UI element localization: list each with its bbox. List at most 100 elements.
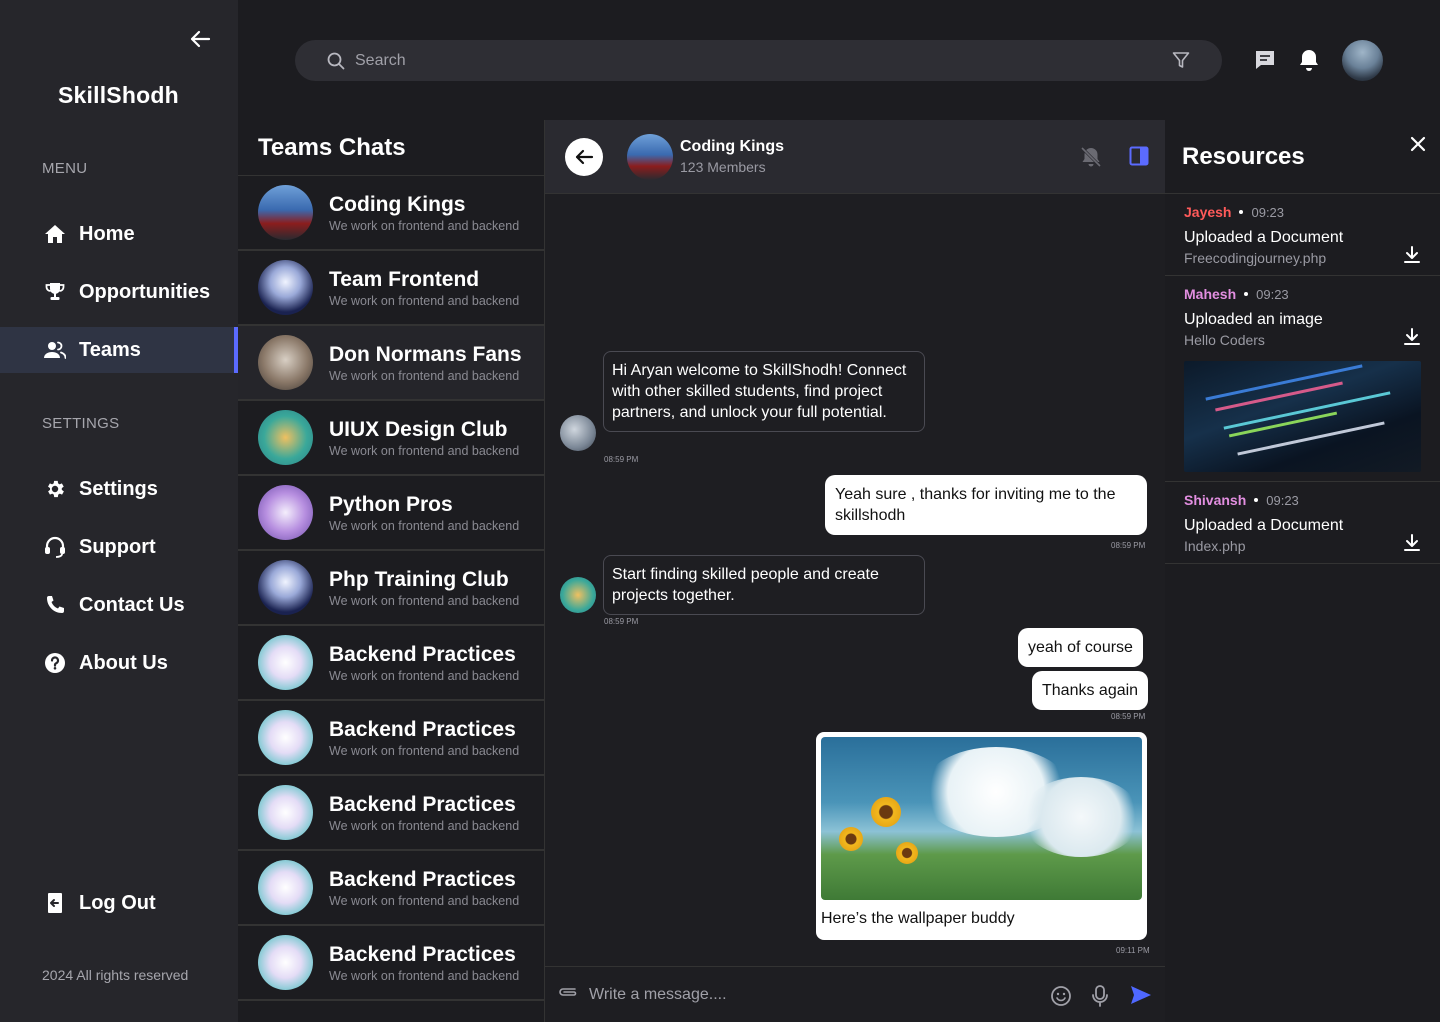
- notifications-button[interactable]: [1298, 48, 1320, 77]
- filter-icon: [1172, 52, 1190, 68]
- download-button[interactable]: [1404, 246, 1420, 269]
- headset-icon: [44, 536, 66, 558]
- sidebar-item-opportunities[interactable]: Opportunities: [0, 269, 238, 315]
- sidebar-item-label: Opportunities: [79, 280, 211, 303]
- resource-file[interactable]: Freecodingjourney.php: [1184, 250, 1421, 266]
- sidebar-item-home[interactable]: Home: [0, 211, 238, 257]
- sidebar-item-contact-us[interactable]: Contact Us: [0, 582, 238, 628]
- resource-user[interactable]: Shivansh: [1184, 492, 1246, 508]
- download-button[interactable]: [1404, 534, 1420, 557]
- message-incoming: Hi Aryan welcome to SkillShodh! Connect …: [603, 351, 925, 432]
- message-outgoing: Thanks again: [1032, 671, 1149, 710]
- sidebar-item-label: Home: [79, 222, 135, 245]
- team-description: We work on frontend and backend: [329, 443, 520, 458]
- home-icon: [44, 223, 66, 245]
- message-image[interactable]: Here’s the wallpaper buddy: [816, 732, 1147, 940]
- sender-avatar: [560, 415, 596, 451]
- team-avatar: [258, 935, 313, 990]
- wallpaper-image: [821, 737, 1142, 900]
- resource-file[interactable]: Hello Coders: [1184, 332, 1421, 348]
- team-row[interactable]: Backend Practices We work on frontend and…: [238, 701, 544, 776]
- team-name: Backend Practices: [329, 642, 516, 666]
- sidebar-item-about-us[interactable]: About Us: [0, 640, 238, 686]
- close-resources-button[interactable]: [1410, 136, 1426, 157]
- voice-button[interactable]: [1091, 985, 1109, 1012]
- resource-user[interactable]: Mahesh: [1184, 286, 1236, 302]
- resource-time: 09:23: [1256, 286, 1289, 302]
- team-row[interactable]: Backend Practices We work on frontend and…: [238, 851, 544, 926]
- gear-icon: [44, 478, 66, 500]
- toggle-resources-button[interactable]: [1129, 146, 1149, 171]
- brand-logo[interactable]: SkillShodh: [58, 82, 179, 109]
- sidebar-item-settings[interactable]: Settings: [0, 466, 238, 512]
- emoji-button[interactable]: [1050, 985, 1072, 1012]
- resource-item: Shivansh 09:23 Uploaded a Document Index.…: [1165, 482, 1440, 564]
- bell-off-icon: [1080, 146, 1102, 168]
- team-name: Backend Practices: [329, 792, 516, 816]
- logout-icon: [44, 892, 66, 914]
- team-name: Coding Kings: [329, 192, 466, 216]
- chat-panel: Coding Kings 123 Members Hi Aryan welcom…: [545, 120, 1165, 1022]
- sidebar-item-support[interactable]: Support: [0, 524, 238, 570]
- team-row[interactable]: Team Frontend We work on frontend and bac…: [238, 251, 544, 326]
- team-row[interactable]: Python Pros We work on frontend and backe…: [238, 476, 544, 551]
- attach-button[interactable]: [557, 985, 579, 1004]
- team-description: We work on frontend and backend: [329, 293, 520, 308]
- chat-back-button[interactable]: [565, 137, 603, 176]
- close-icon: [1410, 136, 1426, 152]
- team-name: Python Pros: [329, 492, 453, 516]
- download-icon: [1404, 246, 1420, 263]
- team-row[interactable]: Backend Practices We work on frontend and…: [238, 776, 544, 851]
- sidebar: SkillShodh MENU Home Opportunities Teams…: [0, 0, 238, 1022]
- menu-section-label: MENU: [42, 160, 88, 177]
- team-avatar: [258, 710, 313, 765]
- logout-label: Log Out: [79, 891, 156, 914]
- team-name: Php Training Club: [329, 567, 509, 591]
- team-description: We work on frontend and backend: [329, 818, 520, 833]
- search-input[interactable]: [355, 51, 1135, 70]
- resource-user[interactable]: Jayesh: [1184, 204, 1231, 220]
- team-row[interactable]: Php Training Club We work on frontend and…: [238, 551, 544, 626]
- team-description: We work on frontend and backend: [329, 518, 520, 533]
- filter-button[interactable]: [1172, 51, 1190, 74]
- sender-avatar: [560, 577, 596, 613]
- messages-button[interactable]: [1253, 48, 1277, 77]
- chat-member-count: 123 Members: [680, 159, 766, 175]
- team-description: We work on frontend and backend: [329, 743, 520, 758]
- mute-button[interactable]: [1080, 146, 1102, 173]
- message-time: 08:59 PM: [1111, 712, 1146, 721]
- team-row[interactable]: Backend Practices We work on frontend and…: [238, 926, 544, 1001]
- logout-button[interactable]: Log Out: [0, 880, 238, 926]
- team-description: We work on frontend and backend: [329, 668, 520, 683]
- team-row[interactable]: Don Normans Fans We work on frontend and …: [238, 326, 544, 401]
- emoji-icon: [1051, 986, 1071, 1006]
- message-outgoing: yeah of course: [1018, 628, 1143, 667]
- microphone-icon: [1092, 985, 1108, 1007]
- team-name: Backend Practices: [329, 717, 516, 741]
- download-button[interactable]: [1404, 328, 1420, 351]
- team-row[interactable]: UIUX Design Club We work on frontend and …: [238, 401, 544, 476]
- trophy-icon: [44, 281, 66, 303]
- team-row[interactable]: Coding Kings We work on frontend and back…: [238, 176, 544, 251]
- sidebar-item-label: Settings: [79, 477, 158, 500]
- collapse-sidebar-button[interactable]: [186, 26, 214, 52]
- team-row[interactable]: Backend Practices We work on frontend and…: [238, 626, 544, 701]
- user-avatar[interactable]: [1342, 40, 1383, 81]
- team-description: We work on frontend and backend: [329, 368, 520, 383]
- resource-item: Jayesh 09:23 Uploaded a Document Freecodi…: [1165, 194, 1440, 276]
- resource-time: 09:23: [1266, 492, 1299, 508]
- send-button[interactable]: [1130, 985, 1152, 1010]
- team-avatar: [258, 410, 313, 465]
- team-list: Coding Kings We work on frontend and back…: [238, 176, 544, 1001]
- resource-item: Mahesh 09:23 Uploaded an image Hello Code…: [1165, 276, 1440, 482]
- message-composer: [545, 966, 1165, 1022]
- message-input[interactable]: [589, 985, 1029, 1004]
- resource-image-preview[interactable]: [1184, 361, 1421, 472]
- team-avatar: [258, 860, 313, 915]
- resource-file[interactable]: Index.php: [1184, 538, 1421, 554]
- team-description: We work on frontend and backend: [329, 218, 520, 233]
- team-avatar: [258, 185, 313, 240]
- sidebar-item-teams[interactable]: Teams: [0, 327, 238, 373]
- resource-action: Uploaded a Document: [1184, 229, 1344, 246]
- resource-action: Uploaded a Document: [1184, 517, 1344, 534]
